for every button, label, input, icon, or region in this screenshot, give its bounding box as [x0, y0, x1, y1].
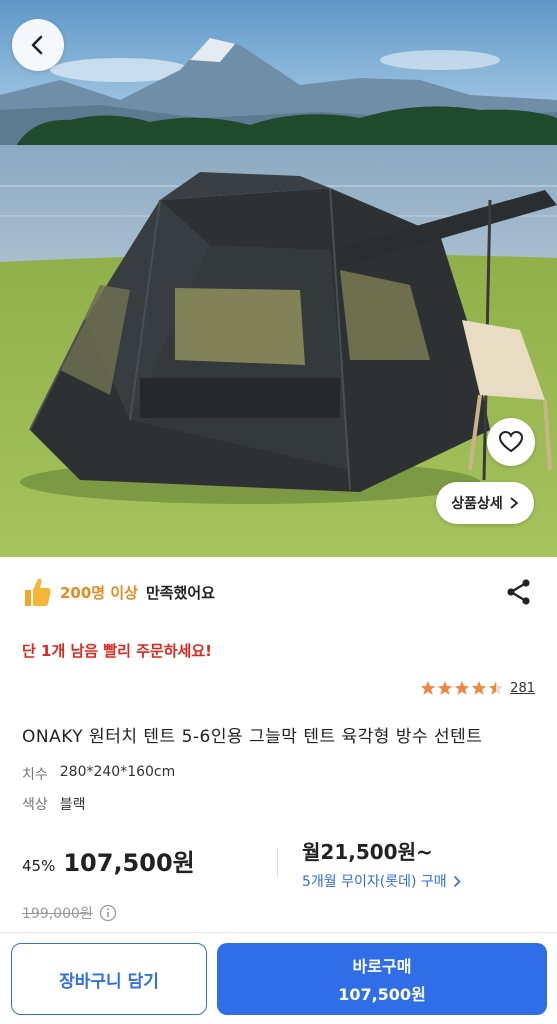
info-icon[interactable] [99, 904, 117, 922]
chevron-right-icon [453, 875, 461, 887]
star-rating [420, 680, 504, 696]
star-icon [454, 681, 470, 695]
sale-price: 107,500원 [63, 849, 195, 877]
product-detail-button[interactable]: 상품상세 [436, 482, 534, 524]
original-price-text: 199,000원 [22, 906, 93, 922]
installment-text: 5개월 무이자(롯데) 구매 [302, 874, 447, 890]
product-detail-label: 상품상세 [451, 496, 503, 512]
option-size-value: 280*240*160cm [59, 764, 176, 780]
monthly-price: 월21,500원~ [302, 840, 433, 864]
heart-icon [498, 430, 524, 453]
buy-now-label: 바로구매 [352, 957, 412, 976]
star-icon [437, 681, 453, 695]
purchase-bar: 장바구니 담기 바로구매 107,500원 [0, 932, 557, 1024]
satisfaction-text: 만족했어요 [145, 583, 215, 602]
tent-photo [0, 0, 557, 557]
star-icon [488, 681, 504, 695]
rating-summary[interactable]: 281 [420, 680, 535, 696]
option-color-key: 색상 [22, 797, 48, 813]
installment-link[interactable]: 5개월 무이자(롯데) 구매 [302, 871, 461, 891]
share-icon [507, 579, 530, 605]
back-button[interactable] [12, 19, 64, 71]
stock-urgency-text: 단 1개 남음 빨리 주문하세요! [22, 642, 212, 660]
satisfaction-count: 200명 이상 [60, 583, 138, 602]
price-divider [277, 848, 278, 878]
option-size: 치수 280*240*160cm [22, 764, 175, 784]
review-count-link[interactable]: 281 [510, 681, 535, 696]
option-size-key: 치수 [22, 767, 48, 783]
wishlist-button[interactable] [487, 418, 535, 466]
product-image[interactable]: 상품상세 [0, 0, 557, 557]
price-block: 45% 107,500원 [22, 843, 195, 878]
buy-now-price: 107,500원 [338, 985, 426, 1004]
discount-rate: 45% [22, 857, 56, 875]
option-color-value: 블랙 [59, 797, 86, 813]
star-icon [471, 681, 487, 695]
share-button[interactable] [504, 577, 534, 607]
satisfaction-banner: 200명 이상 만족했어요 [22, 574, 215, 610]
add-to-cart-button[interactable]: 장바구니 담기 [11, 943, 207, 1015]
thumbs-up-icon [25, 578, 51, 606]
buy-now-button[interactable]: 바로구매 107,500원 [217, 943, 547, 1015]
chevron-left-icon [31, 35, 43, 55]
chevron-right-icon [510, 497, 519, 509]
original-price: 199,000원 [22, 903, 117, 923]
option-color: 색상 블랙 [22, 794, 86, 814]
product-title: ONAKY 원터치 텐트 5-6인용 그늘막 텐트 육각형 방수 선텐트 [22, 727, 483, 747]
star-icon [420, 681, 436, 695]
